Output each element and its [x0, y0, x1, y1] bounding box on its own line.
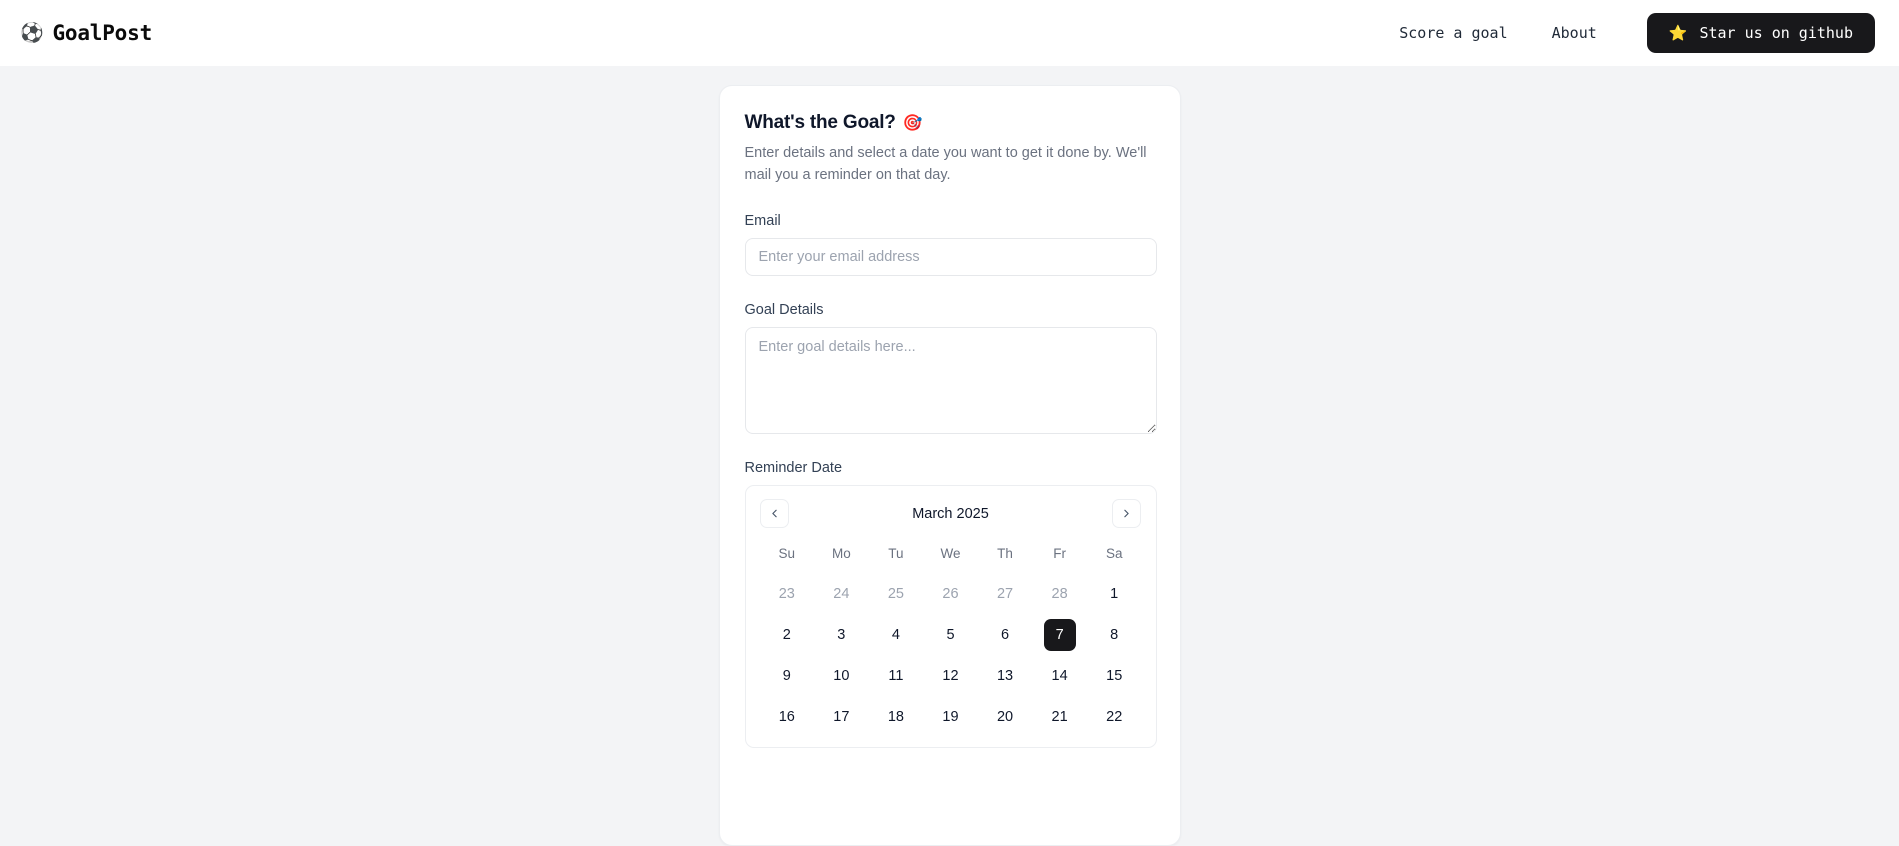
brand-logo[interactable]: ⚽ GoalPost [20, 21, 152, 45]
date-picker-calendar: March 2025 Su Mo Tu We Th Fr Sa 23 24 25 26 27 28 1 2 3… [744, 484, 1157, 748]
calendar-weekday-mo: Mo [831, 545, 851, 561]
calendar-day[interactable]: 16 [771, 701, 803, 733]
goal-card: What's the Goal? 🎯 Enter details and sel… [718, 85, 1181, 846]
calendar-day[interactable]: 6 [989, 619, 1021, 651]
calendar-weekday-sa: Sa [1105, 545, 1123, 561]
calendar-day[interactable]: 15 [1098, 660, 1130, 692]
calendar-day[interactable]: 11 [880, 660, 912, 692]
calendar-day[interactable]: 13 [989, 660, 1021, 692]
calendar-day[interactable]: 20 [989, 701, 1021, 733]
card-description: Enter details and select a date you want… [744, 145, 1147, 183]
goal-details-field-group: Goal Details [744, 301, 1157, 434]
soccer-ball-icon: ⚽ [20, 21, 44, 44]
email-field-group: Email [744, 212, 1157, 276]
calendar-day[interactable]: 8 [1098, 619, 1130, 651]
main-nav: Score a goal About ⭐ Star us on github [1377, 13, 1875, 53]
calendar-day[interactable]: 3 [825, 619, 857, 651]
calendar-weekday-we: We [940, 545, 961, 561]
calendar-weekday-su: Su [778, 545, 796, 561]
calendar-day[interactable]: 9 [771, 660, 803, 692]
calendar-day[interactable]: 4 [880, 619, 912, 651]
calendar-grid: Su Mo Tu We Th Fr Sa 23 24 25 26 27 28 1 2 3 4 5 6 7 8 9 10 11 1… [760, 539, 1142, 733]
calendar-day[interactable]: 25 [880, 578, 912, 610]
email-input[interactable] [744, 237, 1157, 276]
calendar-prev-month-button[interactable] [759, 499, 789, 528]
chevron-left-icon [771, 509, 777, 518]
calendar-day[interactable]: 1 [1098, 578, 1130, 610]
calendar-day[interactable]: 23 [771, 578, 803, 610]
page-title: What's the Goal? 🎯 [745, 112, 1155, 134]
brand-label: GoalPost [52, 21, 153, 45]
calendar-day[interactable]: 2 [771, 619, 803, 651]
site-header: ⚽ GoalPost Score a goal About ⭐ Star us … [0, 0, 1899, 66]
calendar-weekday-tu: Tu [888, 545, 904, 561]
calendar-day[interactable]: 21 [1044, 701, 1076, 733]
calendar-day[interactable]: 14 [1044, 660, 1076, 692]
chevron-right-icon [1124, 509, 1130, 518]
github-button-label: Star us on github [1699, 24, 1853, 42]
calendar-header: March 2025 [759, 499, 1142, 529]
calendar-weekday-th: Th [997, 545, 1013, 561]
page-body: What's the Goal? 🎯 Enter details and sel… [0, 66, 1899, 846]
nav-link-score-a-goal[interactable]: Score a goal [1377, 16, 1529, 50]
calendar-day[interactable]: 19 [934, 701, 966, 733]
calendar-day[interactable]: 18 [880, 701, 912, 733]
calendar-day[interactable]: 24 [825, 578, 857, 610]
nav-link-about[interactable]: About [1530, 16, 1619, 50]
calendar-weekday-fr: Fr [1053, 545, 1066, 561]
calendar-day[interactable]: 28 [1044, 578, 1076, 610]
goal-details-textarea[interactable] [744, 326, 1157, 434]
calendar-day[interactable]: 26 [934, 578, 966, 610]
calendar-day[interactable]: 22 [1098, 701, 1130, 733]
reminder-date-label: Reminder Date [744, 459, 843, 476]
goal-details-label: Goal Details [744, 301, 824, 318]
star-icon: ⭐ [1668, 23, 1688, 42]
star-us-on-github-button[interactable]: ⭐ Star us on github [1646, 13, 1875, 53]
calendar-day[interactable]: 17 [825, 701, 857, 733]
reminder-date-field-group: Reminder Date March 2025 Su Mo Tu We Th … [744, 459, 1157, 748]
card-title-text: What's the Goal? [744, 112, 896, 133]
email-label: Email [744, 212, 781, 229]
calendar-month-label: March 2025 [912, 505, 989, 522]
calendar-day-selected[interactable]: 7 [1043, 618, 1076, 651]
calendar-day[interactable]: 27 [989, 578, 1021, 610]
calendar-day[interactable]: 12 [934, 660, 966, 692]
calendar-day[interactable]: 5 [934, 619, 966, 651]
calendar-day[interactable]: 10 [825, 660, 857, 692]
calendar-next-month-button[interactable] [1112, 499, 1142, 528]
target-icon: 🎯 [902, 115, 923, 132]
